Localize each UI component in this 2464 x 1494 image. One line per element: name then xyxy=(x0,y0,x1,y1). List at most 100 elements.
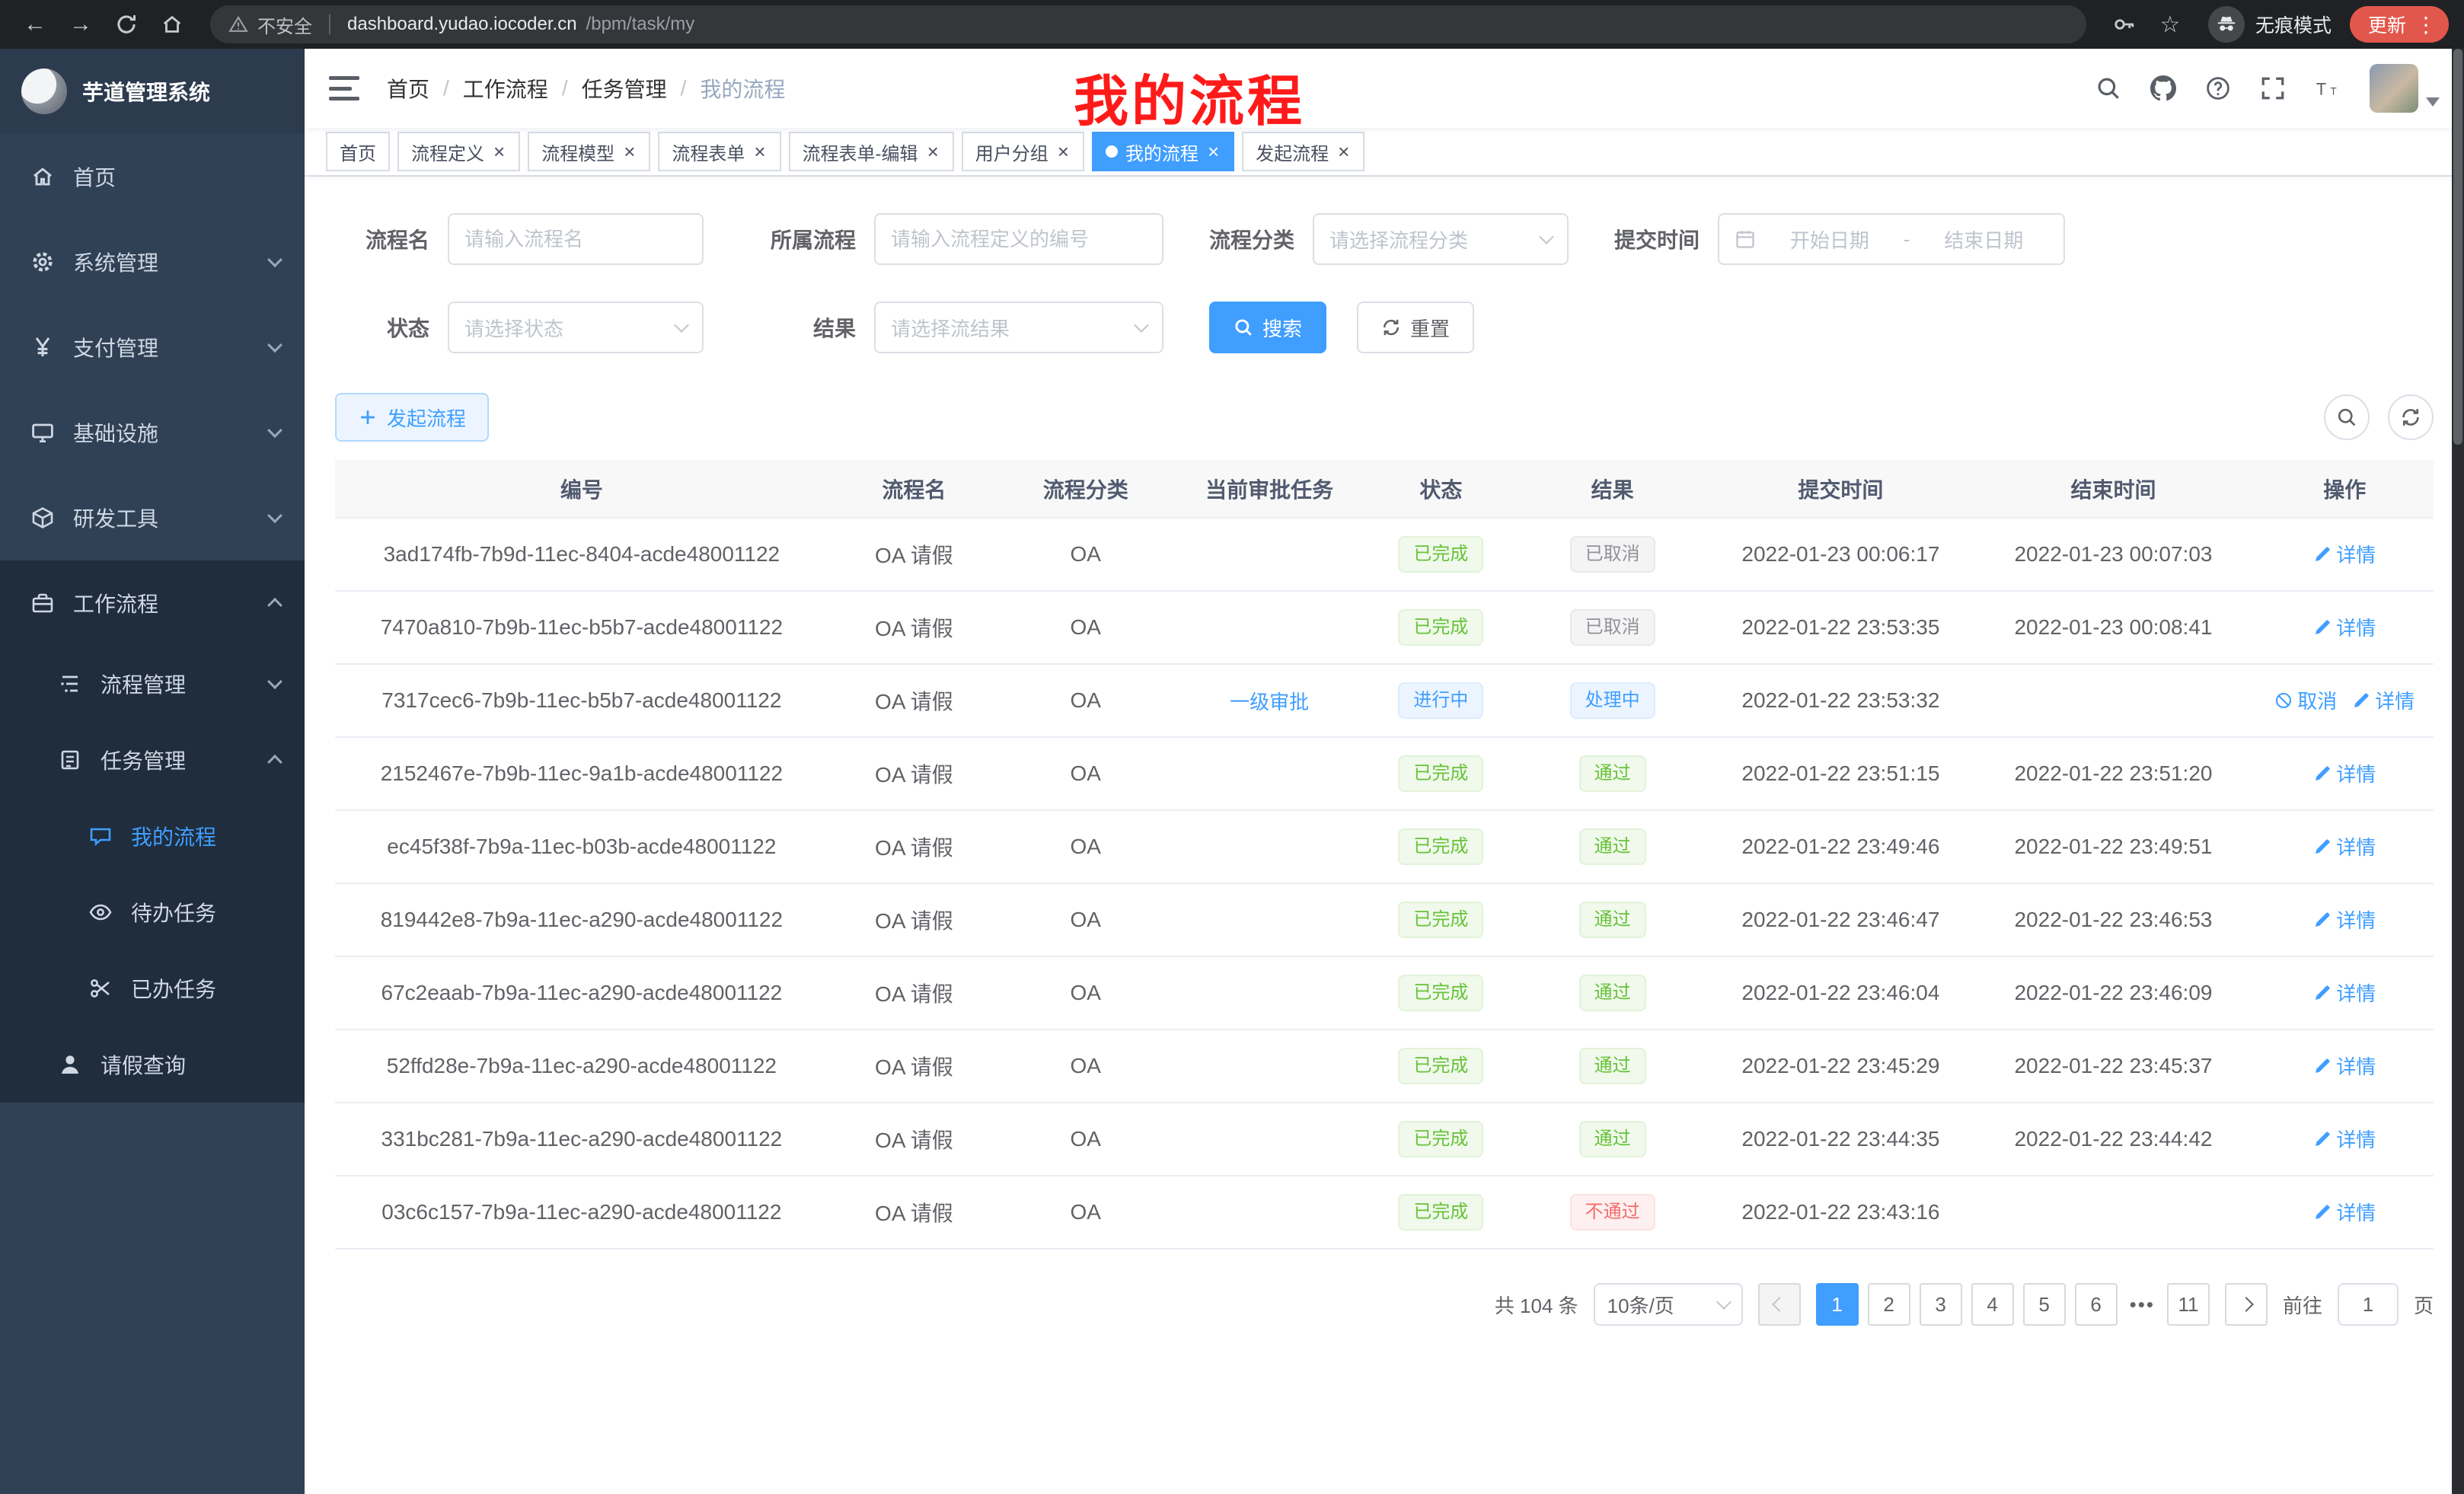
close-icon[interactable]: × xyxy=(1056,142,1071,161)
task-link[interactable]: 一级审批 xyxy=(1230,687,1309,715)
calendar-icon xyxy=(1735,228,1756,250)
breadcrumb-item[interactable]: 首页 xyxy=(387,73,429,104)
address-bar[interactable]: 不安全 dashboard.yudao.iocoder.cn/bpm/task/… xyxy=(210,5,2086,43)
user-avatar[interactable] xyxy=(2370,64,2440,113)
prev-page-button[interactable] xyxy=(1758,1283,1801,1326)
close-icon[interactable]: × xyxy=(622,142,637,161)
close-icon[interactable]: × xyxy=(1206,142,1221,161)
action-detail-link[interactable]: 详情 xyxy=(2313,1125,2376,1153)
tab-4[interactable]: 流程表单-编辑× xyxy=(789,132,954,171)
process-def-input[interactable] xyxy=(891,228,1147,251)
sidebar-item-11[interactable]: 请假查询 xyxy=(0,1026,305,1103)
sidebar-item-label: 请假查询 xyxy=(101,1049,280,1080)
fullscreen-icon[interactable] xyxy=(2260,75,2286,101)
process-name-input[interactable] xyxy=(464,228,687,251)
category-item: 流程分类 请选择流程分类 xyxy=(1209,213,1569,265)
next-page-button[interactable] xyxy=(2225,1283,2268,1326)
row-end-time: 2022-01-22 23:51:20 xyxy=(1971,737,2255,810)
sidebar-item-4[interactable]: 研发工具 xyxy=(0,475,305,560)
page-scrollbar[interactable] xyxy=(2452,49,2464,1494)
page-size-select[interactable]: 10条/页 xyxy=(1594,1283,1743,1326)
sidebar-item-0[interactable]: 首页 xyxy=(0,134,305,219)
start-process-button[interactable]: 发起流程 xyxy=(335,393,489,442)
process-table: 编号流程名流程分类当前审批任务状态结果提交时间结束时间操作 3ad174fb-7… xyxy=(335,460,2434,1250)
result-select[interactable]: 请选择流结果 xyxy=(874,302,1163,353)
action-detail-link[interactable]: 详情 xyxy=(2313,613,2376,641)
action-detail-link[interactable]: 详情 xyxy=(2313,978,2376,1007)
action-detail-link[interactable]: 详情 xyxy=(2313,1198,2376,1226)
action-label: 详情 xyxy=(2336,540,2376,568)
action-detail-link[interactable]: 详情 xyxy=(2313,1052,2376,1080)
sidebar-item-2[interactable]: 支付管理 xyxy=(0,305,305,390)
row-status-cell: 已完成 xyxy=(1368,1103,1514,1176)
action-cancel-link[interactable]: 取消 xyxy=(2274,686,2337,714)
row-task-cell xyxy=(1171,518,1367,591)
logo[interactable]: 芋道管理系统 xyxy=(0,49,305,134)
sidebar-item-3[interactable]: 基础设施 xyxy=(0,390,305,475)
tab-1[interactable]: 流程定义× xyxy=(397,132,520,171)
page-button[interactable]: 4 xyxy=(1971,1283,2014,1326)
scrollbar-thumb[interactable] xyxy=(2453,49,2462,445)
close-icon[interactable]: × xyxy=(926,142,940,161)
page-button[interactable]: 1 xyxy=(1816,1283,1859,1326)
breadcrumb-item[interactable]: 工作流程 xyxy=(463,73,548,104)
sidebar-item-10[interactable]: 已办任务 xyxy=(0,950,305,1026)
page-button[interactable]: 2 xyxy=(1868,1283,1910,1326)
action-detail-link[interactable]: 详情 xyxy=(2313,759,2376,787)
refresh-table-button[interactable] xyxy=(2388,394,2434,440)
submit-time-range[interactable]: 开始日期 - 结束日期 xyxy=(1718,213,2065,265)
github-icon[interactable] xyxy=(2150,75,2176,101)
toggle-search-button[interactable] xyxy=(2324,394,2370,440)
tab-7[interactable]: 发起流程× xyxy=(1242,132,1364,171)
edit-icon xyxy=(2313,838,2332,856)
font-size-icon[interactable]: TT xyxy=(2315,75,2341,101)
page-button[interactable]: 11 xyxy=(2167,1283,2210,1326)
sidebar-item-1[interactable]: 系统管理 xyxy=(0,219,305,305)
search-icon[interactable] xyxy=(2095,75,2121,101)
sidebar-item-9[interactable]: 待办任务 xyxy=(0,874,305,950)
action-detail-link[interactable]: 详情 xyxy=(2313,540,2376,568)
submit-time-item: 提交时间 开始日期 - 结束日期 xyxy=(1614,213,2065,265)
page-button[interactable]: 5 xyxy=(2023,1283,2066,1326)
close-icon[interactable]: × xyxy=(492,142,506,161)
goto-page-input[interactable] xyxy=(2339,1285,2397,1324)
category-select[interactable]: 请选择流程分类 xyxy=(1313,213,1569,265)
close-icon[interactable]: × xyxy=(752,142,767,161)
update-button[interactable]: 更新 ⋮ xyxy=(2350,6,2449,43)
breadcrumb-item[interactable]: 任务管理 xyxy=(582,73,667,104)
process-name-input-wrap xyxy=(448,213,704,265)
key-icon[interactable] xyxy=(2105,5,2144,44)
reload-icon[interactable] xyxy=(107,5,146,44)
hamburger-icon[interactable] xyxy=(329,76,359,101)
sidebar-item-label: 流程管理 xyxy=(101,669,260,699)
url-path: /bpm/task/my xyxy=(586,14,695,35)
tab-6[interactable]: 我的流程× xyxy=(1092,132,1234,171)
tab-2[interactable]: 流程模型 × xyxy=(528,132,650,171)
action-detail-link[interactable]: 详情 xyxy=(2352,686,2415,714)
action-detail-link[interactable]: 详情 xyxy=(2313,905,2376,934)
help-icon[interactable] xyxy=(2205,75,2231,101)
tab-0[interactable]: 首页 xyxy=(326,132,390,171)
search-button[interactable]: 搜索 xyxy=(1209,302,1326,353)
sidebar-item-8[interactable]: 我的流程 xyxy=(0,798,305,874)
kebab-menu-icon[interactable]: ⋮ xyxy=(2412,12,2440,37)
page-button[interactable]: 6 xyxy=(2075,1283,2118,1326)
sidebar-item-5[interactable]: 工作流程 xyxy=(0,560,305,646)
reset-button[interactable]: 重置 xyxy=(1357,302,1474,353)
tab-3[interactable]: 流程表单× xyxy=(658,132,780,171)
scissors-icon xyxy=(88,976,113,1001)
status-select[interactable]: 请选择状态 xyxy=(448,302,704,353)
toolbar-right xyxy=(2324,394,2434,440)
row-submit-time: 2022-01-22 23:53:32 xyxy=(1710,664,1971,737)
action-detail-link[interactable]: 详情 xyxy=(2313,832,2376,860)
sidebar-item-6[interactable]: 流程管理 xyxy=(0,646,305,722)
page-button[interactable]: 3 xyxy=(1920,1283,1962,1326)
back-icon[interactable]: ← xyxy=(15,5,55,44)
chrome-home-icon[interactable] xyxy=(152,5,192,44)
tab-5[interactable]: 用户分组× xyxy=(962,132,1084,171)
sidebar-item-7[interactable]: 任务管理 xyxy=(0,722,305,798)
forward-icon[interactable]: → xyxy=(61,5,101,44)
tab-label: 流程模型 xyxy=(541,139,614,165)
close-icon[interactable]: × xyxy=(1336,142,1351,161)
star-icon[interactable]: ☆ xyxy=(2150,5,2190,44)
